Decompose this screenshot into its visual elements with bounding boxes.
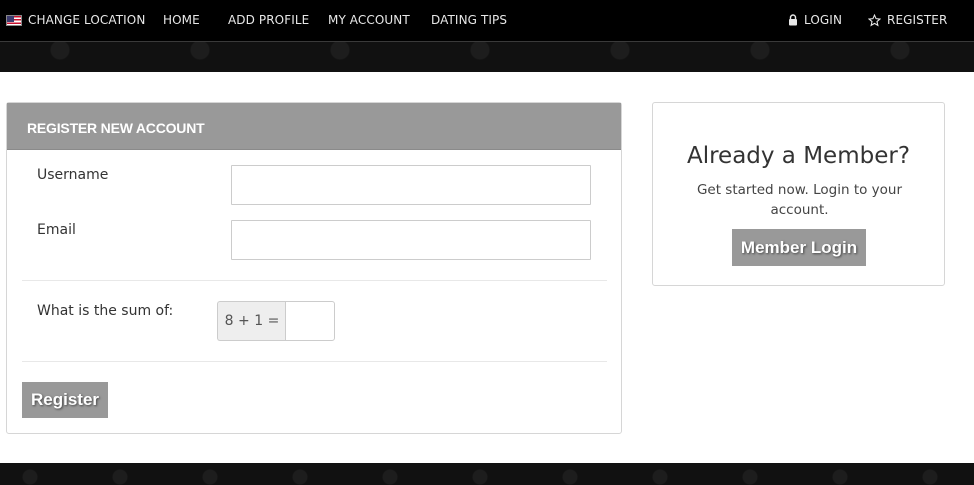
member-panel: Already a Member? Get started now. Login… [652, 102, 945, 286]
captcha-label: What is the sum of: [37, 303, 174, 319]
nav-home[interactable]: HOME [163, 12, 200, 28]
nav-home-label: HOME [163, 13, 200, 27]
nav-change-location-label: CHANGE LOCATION [28, 13, 146, 27]
top-nav: CHANGE LOCATION HOME ADD PROFILE MY ACCO… [0, 0, 974, 42]
nav-login-label: LOGIN [804, 13, 843, 27]
nav-add-profile-label: ADD PROFILE [228, 13, 310, 27]
nav-register-label: REGISTER [887, 13, 948, 27]
username-label: Username [37, 167, 109, 183]
email-label: Email [37, 222, 76, 238]
site-header: CHANGE LOCATION HOME ADD PROFILE MY ACCO… [0, 0, 974, 72]
nav-register[interactable]: REGISTER [868, 12, 947, 28]
register-panel: REGISTER NEW ACCOUNT Username Email What… [6, 102, 622, 434]
member-panel-title: Already a Member? [686, 143, 911, 169]
username-input[interactable] [231, 165, 591, 205]
nav-login[interactable]: LOGIN [788, 12, 842, 28]
member-panel-text: Get started now. Login to your account. [696, 182, 903, 218]
nav-dating-tips[interactable]: DATING TIPS [431, 12, 507, 28]
us-flag-icon [6, 14, 22, 26]
form-divider [22, 361, 607, 362]
captcha-input[interactable] [285, 301, 335, 341]
nav-my-account[interactable]: MY ACCOUNT [328, 12, 410, 28]
email-input[interactable] [231, 220, 591, 260]
nav-add-profile[interactable]: ADD PROFILE [228, 12, 309, 28]
register-panel-header: REGISTER NEW ACCOUNT [7, 103, 621, 150]
star-icon [868, 13, 881, 26]
captcha-question: 8 + 1 = [217, 301, 286, 341]
member-login-button[interactable]: Member Login [732, 229, 866, 266]
form-divider [22, 280, 607, 281]
nav-change-location[interactable]: CHANGE LOCATION [6, 12, 145, 28]
nav-my-account-label: MY ACCOUNT [328, 13, 410, 27]
lock-icon [789, 14, 797, 26]
nav-dating-tips-label: DATING TIPS [431, 13, 508, 27]
site-footer [0, 463, 974, 485]
register-button[interactable]: Register [22, 382, 108, 418]
register-panel-title: REGISTER NEW ACCOUNT [27, 120, 205, 136]
